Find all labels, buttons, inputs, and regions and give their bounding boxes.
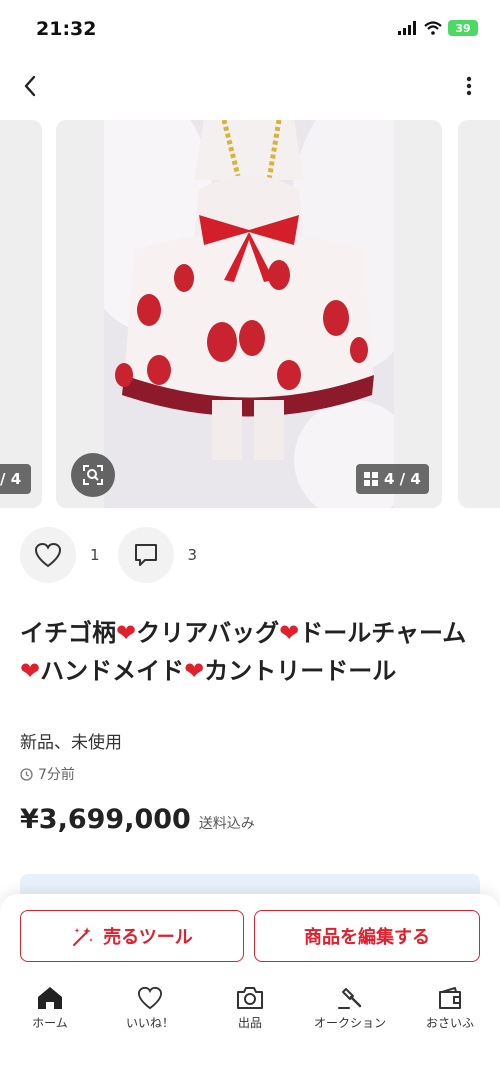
grid-icon [364, 472, 378, 486]
tab-wallet[interactable]: おさいふ [400, 986, 500, 1036]
back-button[interactable] [12, 68, 48, 104]
comment-button[interactable] [117, 527, 174, 583]
signal-icon [398, 21, 416, 35]
more-options-button[interactable] [454, 68, 484, 104]
magic-wand-icon [73, 927, 94, 946]
tab-label: ホーム [32, 1016, 68, 1030]
title-part: カントリードール [204, 657, 397, 685]
tab-label: 出品 [237, 1016, 262, 1030]
heart-emoji-icon: ❤ [184, 657, 205, 685]
posted-time-text: 7分前 [38, 767, 75, 783]
gavel-icon [338, 988, 362, 1009]
like-count: 1 [90, 546, 100, 564]
tab-label: オークション [313, 1016, 386, 1030]
status-icons: 39 [398, 20, 478, 36]
edit-item-label: 商品を編集する [304, 927, 430, 948]
heart-emoji-icon: ❤ [116, 619, 137, 647]
chevron-left-icon [24, 75, 36, 97]
title-part: ハンドメイド [40, 657, 185, 685]
current-image-card[interactable] [56, 120, 442, 508]
image-search-button[interactable] [71, 453, 115, 497]
tab-bar: ホーム いいね！ 出品 オークション おさいふ [0, 986, 500, 1036]
status-time: 21:32 [36, 18, 97, 40]
image-search-icon [83, 465, 103, 485]
product-photo [104, 120, 394, 508]
edit-item-button[interactable]: 商品を編集する [254, 910, 480, 962]
heart-outline-icon [34, 542, 62, 568]
engagement-actions: 1 3 [20, 526, 215, 584]
heart-emoji-icon: ❤ [20, 657, 41, 685]
battery-icon: 39 [448, 20, 478, 36]
price: ¥3,699,000 [20, 804, 191, 835]
like-button[interactable] [20, 527, 76, 583]
price-block: ¥3,699,000 送料込み [20, 804, 255, 835]
image-carousel[interactable] [0, 120, 500, 508]
item-condition: 新品、未使用 [20, 733, 122, 753]
sell-tool-label: 売るツール [103, 927, 193, 948]
item-title: イチゴ柄❤クリアバッグ❤ドールチャーム❤ハンドメイド❤カントリードール [20, 614, 482, 690]
wallet-icon [439, 987, 461, 1009]
tab-label: おさいふ [425, 1016, 474, 1030]
title-part: ドールチャーム [299, 619, 467, 647]
tab-label: いいね！ [125, 1016, 174, 1030]
title-part: イチゴ柄 [20, 619, 116, 647]
posted-time: 7分前 [20, 764, 75, 784]
previous-image-card[interactable] [0, 120, 42, 508]
tab-listing[interactable]: 出品 [200, 986, 300, 1036]
nav-bar [0, 58, 500, 114]
wifi-icon [424, 21, 442, 35]
more-vertical-icon [466, 76, 472, 96]
comment-count: 3 [187, 546, 198, 564]
tab-auction[interactable]: オークション [300, 986, 400, 1036]
shipping-note: 送料込み [198, 816, 255, 832]
status-bar: 21:32 39 [0, 0, 500, 58]
tab-likes[interactable]: いいね！ [100, 986, 200, 1036]
comment-icon [134, 544, 157, 566]
image-counter[interactable]: 4 / 4 [356, 464, 429, 494]
tab-home[interactable]: ホーム [0, 986, 100, 1036]
bottom-panel: 売るツール 商品を編集する ホーム いいね！ 出品 オークション おさいふ [0, 894, 500, 1080]
title-part: クリアバッグ [136, 619, 280, 647]
sell-tool-button[interactable]: 売るツール [20, 910, 244, 962]
camera-icon [237, 987, 263, 1009]
next-image-card[interactable] [458, 120, 500, 508]
image-counter-text: 4 / 4 [384, 470, 421, 488]
clock-icon [20, 767, 33, 781]
heart-icon [137, 986, 163, 1010]
heart-emoji-icon: ❤ [279, 619, 300, 647]
previous-image-counter: / 4 [0, 464, 32, 494]
home-icon [38, 987, 62, 1009]
